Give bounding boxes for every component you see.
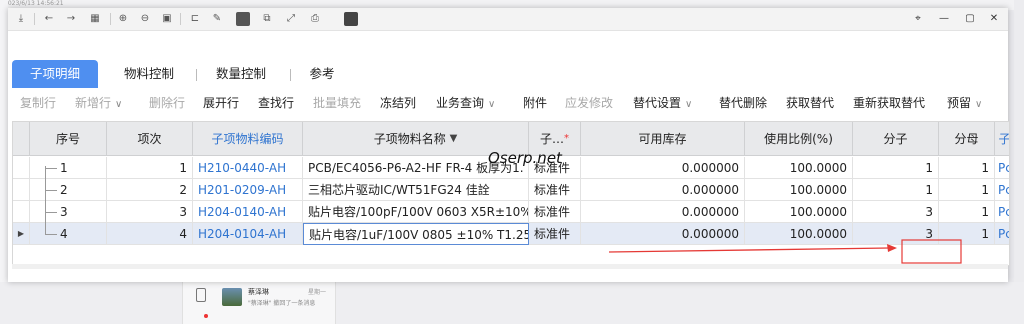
- chat-time: 星期一: [308, 289, 327, 296]
- attachment-button[interactable]: 附件: [523, 92, 547, 114]
- forward-icon[interactable]: →: [64, 12, 78, 26]
- horizontal-scrollbar[interactable]: [12, 264, 1008, 269]
- maximize-icon[interactable]: ▢: [960, 11, 980, 27]
- annotation-box: [901, 239, 962, 264]
- desktop-bottom-strip: [0, 282, 1024, 324]
- annotation-arrow: [608, 247, 890, 253]
- business-query-label: 业务查询: [436, 96, 485, 110]
- freeze-column-button[interactable]: 冻结列: [380, 92, 416, 114]
- avatar[interactable]: [222, 288, 242, 306]
- refetch-substitute-button[interactable]: 重新获取替代: [853, 92, 925, 114]
- get-substitute-button[interactable]: 获取替代: [786, 92, 834, 114]
- issue-modify-label: 应发修改: [565, 96, 614, 110]
- arrow-head-icon: [887, 244, 897, 252]
- titlebar: ⤓ ← → ▦ ⊕ ⊖ ▣ ⊏ ✎ ⧉ ⤢ ⎙ ⌖ — ▢ ✕: [8, 8, 1008, 31]
- chevron-down-icon: ∨: [975, 99, 983, 110]
- expand-row-label: 展开行: [203, 96, 240, 110]
- separator: [290, 69, 291, 81]
- back-icon[interactable]: ←: [42, 12, 56, 26]
- delete-row-button[interactable]: 删除行: [149, 92, 185, 114]
- bulk-fill-button[interactable]: 批量填充: [313, 92, 361, 114]
- watermark: Oserp.net: [488, 149, 562, 167]
- get-substitute-label: 获取替代: [786, 96, 835, 110]
- tab-quantity-control[interactable]: 数量控制: [200, 60, 282, 88]
- find-row-label: 查找行: [258, 96, 295, 110]
- separator: [34, 13, 35, 25]
- delete-row-label: 删除行: [149, 96, 186, 110]
- chat-last-message: "蔡泽琳" 撤回了一条消息: [248, 300, 316, 307]
- pin-icon[interactable]: ⤓: [14, 12, 28, 26]
- chat-contact-name[interactable]: 蔡泽琳: [248, 287, 269, 297]
- expand-icon[interactable]: ⤢: [284, 12, 298, 26]
- phone-icon[interactable]: [196, 288, 206, 302]
- substitute-settings-label: 替代设置: [633, 96, 682, 110]
- close-icon[interactable]: ✕: [984, 11, 1004, 27]
- minimize-icon[interactable]: —: [934, 11, 954, 27]
- background-timestamp: 2023/6/13 14:56:21: [4, 0, 64, 7]
- save-icon[interactable]: ⎙: [308, 12, 322, 26]
- zoom-out-icon[interactable]: ⊖: [138, 12, 152, 26]
- add-row-button[interactable]: 新增行 ∨: [75, 92, 122, 114]
- screenshot-icon[interactable]: ⧉: [260, 12, 274, 26]
- fit-icon[interactable]: ▣: [160, 12, 174, 26]
- subitem-grid: 序号 项次 子项物料编码 子项物料名称 ▼ 子…* 可用库存 使用比例(%) 分…: [12, 121, 1010, 266]
- copy-row-button[interactable]: 复制行: [20, 92, 56, 114]
- desktop-left-strip: [0, 0, 8, 324]
- grid-toolbar: 复制行 新增行 ∨ 删除行 展开行 查找行 批量填充 冻结列 业务查询 ∨ 附件 应…: [8, 92, 1008, 114]
- find-row-button[interactable]: 查找行: [258, 92, 294, 114]
- thumbnail-icon[interactable]: [236, 12, 250, 26]
- edit-icon[interactable]: ✎: [210, 12, 224, 26]
- thumbnail-icon[interactable]: [344, 12, 358, 26]
- refetch-substitute-label: 重新获取替代: [853, 96, 926, 110]
- substitute-settings-button[interactable]: 替代设置 ∨: [633, 92, 692, 114]
- bulk-fill-label: 批量填充: [313, 96, 362, 110]
- grid-icon[interactable]: ▦: [88, 12, 102, 26]
- desktop-right-strip: [1014, 0, 1024, 324]
- zoom-in-icon[interactable]: ⊕: [116, 12, 130, 26]
- chevron-down-icon: ∨: [685, 99, 693, 110]
- pin-window-icon[interactable]: ⌖: [908, 11, 928, 27]
- separator: [196, 69, 197, 81]
- erp-window: ⤓ ← → ▦ ⊕ ⊖ ▣ ⊏ ✎ ⧉ ⤢ ⎙ ⌖ — ▢ ✕ 子项明细 物料控…: [8, 8, 1010, 282]
- annotation-overlay: [608, 239, 962, 264]
- separator: [110, 13, 111, 25]
- tab-bar: 子项明细 物料控制 数量控制 参考: [8, 60, 1008, 88]
- chevron-down-icon: ∨: [488, 99, 496, 110]
- reserve-label: 预留: [947, 96, 972, 110]
- substitute-delete-label: 替代删除: [719, 96, 768, 110]
- tab-reference[interactable]: 参考: [296, 60, 348, 88]
- attachment-label: 附件: [523, 96, 548, 110]
- freeze-column-label: 冻结列: [380, 96, 417, 110]
- crop-icon[interactable]: ⊏: [188, 12, 202, 26]
- copy-row-label: 复制行: [20, 96, 57, 110]
- chevron-down-icon: ∨: [115, 99, 123, 110]
- tab-material-control[interactable]: 物料控制: [108, 60, 190, 88]
- add-row-label: 新增行: [75, 96, 112, 110]
- substitute-delete-button[interactable]: 替代删除: [719, 92, 767, 114]
- reserve-button[interactable]: 预留 ∨: [947, 92, 982, 114]
- issue-modify-button[interactable]: 应发修改: [565, 92, 613, 114]
- tab-subitem-detail[interactable]: 子项明细: [12, 60, 98, 88]
- business-query-button[interactable]: 业务查询 ∨: [436, 92, 495, 114]
- expand-row-button[interactable]: 展开行: [203, 92, 239, 114]
- separator: [180, 13, 181, 25]
- unread-dot-icon: [204, 314, 208, 318]
